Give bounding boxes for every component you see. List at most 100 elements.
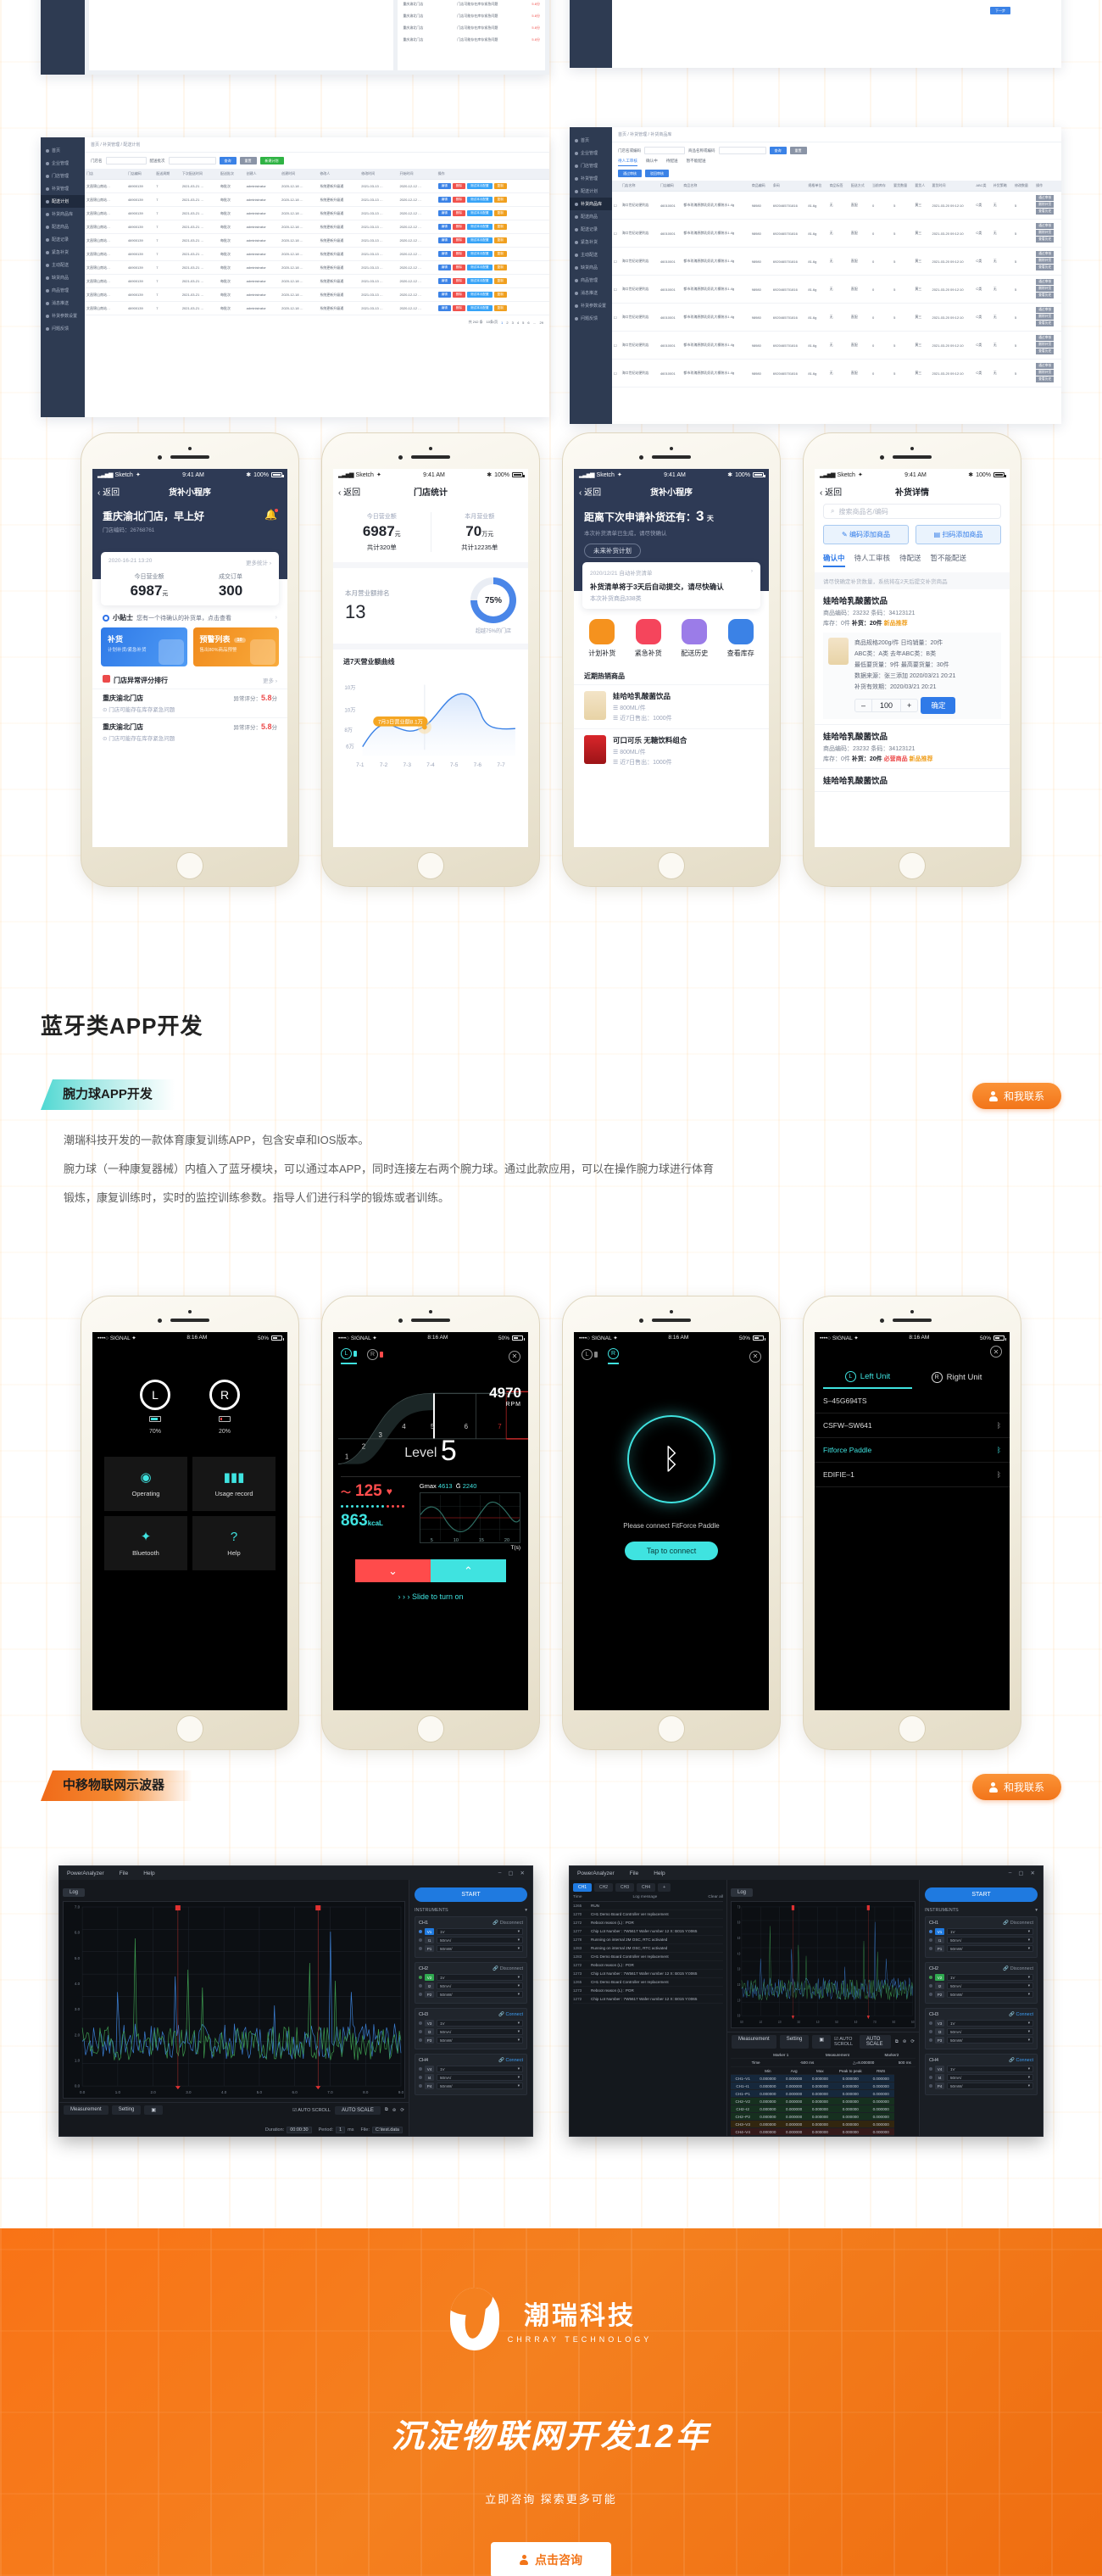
action-通过审核[interactable]: 通过审核: [1036, 307, 1055, 313]
action-cell[interactable]: 编辑 删除 测试本月配置 复制: [436, 287, 549, 302]
new-plan-button[interactable]: 新建计划: [259, 157, 284, 164]
bt-home-button-1[interactable]: [176, 1715, 203, 1742]
channel-row[interactable]: V4 1V ▾: [929, 2066, 1033, 2072]
action-复制[interactable]: 复制: [493, 210, 507, 216]
action-复制[interactable]: 复制: [493, 197, 507, 203]
log-tab-CH4[interactable]: CH4: [637, 1883, 656, 1892]
action-编辑[interactable]: 编辑: [437, 265, 451, 270]
unit-tab-left[interactable]: L: [341, 1348, 357, 1364]
channel-link[interactable]: 🔗 Disconnect: [1003, 1921, 1033, 1926]
action-cell[interactable]: 通过审核 删除补货 查看历史: [1034, 191, 1061, 220]
sidebar-item-8[interactable]: 紧急补货: [41, 246, 85, 259]
contact-button-oscilloscope[interactable]: 和我联系: [971, 1774, 1061, 1800]
action-测试本月配置[interactable]: 测试本月配置: [467, 278, 493, 284]
unit-tab-R[interactable]: R Right Unit: [912, 1371, 1001, 1389]
maximize-icon-2[interactable]: ▢: [1018, 1870, 1023, 1876]
action-删除[interactable]: 删除: [452, 278, 466, 284]
sidebar-item-1[interactable]: 企业管理: [41, 157, 85, 170]
radio-dot[interactable]: [929, 2084, 932, 2088]
channel-row[interactable]: I2 50mA/ ▾: [419, 1982, 523, 1989]
table-row[interactable]: ☐ 海口世纪站便利店 46010001 都市玫瑰原酵乳奶乳大桶装水1.4g 98980 6…: [612, 191, 1061, 220]
action-cell[interactable]: 编辑 删除 测试本月配置 复制: [436, 233, 549, 248]
action-cell[interactable]: 编辑 删除 测试本月配置 复制: [436, 260, 549, 275]
radio-dot[interactable]: [419, 2021, 422, 2025]
table-row[interactable]: 文昌锦山南站… 46900139 7 2021-03-21 … 每批次 administr…: [85, 192, 549, 207]
search-button[interactable]: 查询: [219, 157, 237, 164]
action-删除补货[interactable]: 删除补货: [1036, 258, 1055, 264]
rank-row-1[interactable]: 重庆渝北门店 异常评分：5.8分 ⊙ 门店可能存在库存紧急问题: [92, 717, 287, 746]
sidebar-item-r-3[interactable]: 补货管理: [570, 172, 612, 185]
action-删除[interactable]: 删除: [452, 237, 466, 243]
action-删除[interactable]: 删除: [452, 292, 466, 298]
close-window-icon[interactable]: ✕: [520, 1870, 525, 1876]
action-查看历史[interactable]: 查看历史: [1036, 293, 1055, 298]
table-row[interactable]: 重庆渝北门店 门店可能存在库存紧急问题 5.8分: [398, 0, 545, 10]
scale-select[interactable]: 1V ▾: [437, 1974, 523, 1981]
radio-dot[interactable]: [419, 1984, 422, 1988]
waveform-plot-2[interactable]: 0.0 1.0 2.0 3.0 4.0 5.0 6.0 7.0 8.0 9.0 7.0 6.0 5.0 4…: [731, 1901, 916, 2028]
radio-dot[interactable]: [929, 2021, 932, 2025]
channel-card-CH4[interactable]: CH4 🔗 Connect V4 1V ▾ I4 50mA/ ▾ P4 50mW/ ▾: [415, 2054, 527, 2095]
banner-0[interactable]: 补货 计划补货/紧急补货: [101, 627, 187, 666]
sidebar-item-11[interactable]: 商品管理: [41, 284, 85, 297]
sidebar-item-r-0[interactable]: 首页: [570, 134, 612, 147]
start-button-2[interactable]: START: [925, 1887, 1038, 1902]
scale-select[interactable]: 50mW/ ▾: [947, 1991, 1033, 1998]
action-测试本月配置[interactable]: 测试本月配置: [467, 305, 493, 311]
log-panel[interactable]: CH1 CH2 CH3 CH4 + Time Log message Clear all…: [570, 1880, 727, 2136]
sidebar-item-3[interactable]: 补货管理: [41, 182, 85, 195]
bottom-tab-Measurement[interactable]: Measurement: [732, 2035, 776, 2049]
admin-review-shot[interactable]: 首页 企业管理 门店管理 补货管理 配送计划 补货商品库 配送商品 配送记录 紧急补货 主动配送缺…: [570, 127, 1061, 424]
confirm-button[interactable]: 确定: [921, 697, 956, 714]
menu-help-2[interactable]: Help: [654, 1871, 665, 1876]
tip-row[interactable]: 小贴士 您有一个待确认的补货单，点击查看 ›: [92, 605, 287, 627]
filter-store-input[interactable]: [105, 157, 147, 164]
device-row-0[interactable]: S–45G694TS: [815, 1389, 1010, 1413]
admin-delivery-plan-shot[interactable]: 首页 企业管理 门店管理 补货管理 配送计划 补货商品库 配送商品 配送记录 紧急补货 主动配送缺…: [41, 137, 549, 417]
sidebar-item-9[interactable]: 主动配送: [41, 259, 85, 271]
channel-card-CH1[interactable]: CH1 🔗 Disconnect V1 1V ▾ I1 50mA/ ▾ P1 50mW/ ▾: [415, 1916, 527, 1958]
table-row[interactable]: 文昌锦山南站… 46900139 7 2021-03-21 … 每批次 administr…: [85, 233, 549, 248]
action-查看历史[interactable]: 查看历史: [1036, 348, 1055, 354]
pass-review-button[interactable]: 通过审核: [618, 170, 642, 177]
detail-tab-2[interactable]: 待配送: [899, 553, 921, 567]
table-row[interactable]: 重庆渝北门店 门店可能存在库存紧急问题 5.8分: [398, 22, 545, 34]
scale-select[interactable]: 50mA/ ▾: [437, 1982, 523, 1989]
action-删除[interactable]: 删除: [452, 210, 466, 216]
sidebar-item-12[interactable]: 消息推送: [41, 297, 85, 309]
action-删除补货[interactable]: 删除补货: [1036, 230, 1055, 236]
scale-select[interactable]: 50mA/ ▾: [947, 1982, 1033, 1989]
radio-dot[interactable]: [929, 1993, 932, 1996]
slide-to-turn-on[interactable]: › › › Slide to turn on: [333, 1592, 528, 1601]
sidebar-item-r-8[interactable]: 紧急补货: [570, 236, 612, 248]
channel-link[interactable]: 🔗 Connect: [498, 2012, 523, 2017]
table-row[interactable]: 文昌锦山南站… 46900139 7 2021-03-21 … 每批次 administr…: [85, 274, 549, 288]
action-编辑[interactable]: 编辑: [437, 237, 451, 243]
sidebar-item-r-10[interactable]: 缺货商品: [570, 261, 612, 274]
radio-dot[interactable]: [929, 1976, 932, 1979]
table-pagination[interactable]: 共 242 条 10条/页 1 2 3 4 5 6 … 29: [85, 315, 549, 329]
filter-freq-select[interactable]: [168, 157, 216, 164]
channel-row[interactable]: P3 50mW/ ▾: [929, 2037, 1033, 2044]
channel-row[interactable]: I1 50mA/ ▾: [929, 1937, 1033, 1943]
row-checkbox[interactable]: ☐: [612, 275, 621, 304]
scale-select[interactable]: 1V ▾: [947, 1928, 1033, 1935]
channel-row[interactable]: I4 50mA/ ▾: [419, 2074, 523, 2081]
bt-screen-devices[interactable]: ••••○ SIGNAL ✦ 8:16 AM 50% ✕ L Left Unit R…: [815, 1332, 1010, 1710]
action-删除[interactable]: 删除: [452, 305, 466, 311]
detail-item-1[interactable]: 娃哈哈乳酸菌饮品 商品编码：23232 条码：34123121 库存：0件 补货：2…: [815, 725, 1010, 769]
bt-screen-connect[interactable]: ••••○ SIGNAL ✦ 8:16 AM 50% L R ✕ ᛒ Pleas…: [574, 1332, 769, 1710]
sidebar-item-r-14[interactable]: 问题反馈: [570, 312, 612, 325]
refresh-icon[interactable]: ⟳: [400, 2108, 404, 2113]
table-row[interactable]: 文昌锦山南站… 46900139 7 2021-03-21 … 每批次 administr…: [85, 260, 549, 275]
channel-card-CH4[interactable]: CH4 🔗 Connect V4 1V ▾ I4 50mA/ ▾ P4 50mW/ ▾: [925, 2054, 1038, 2095]
abnormal-store-list[interactable]: 异常门店统计 重庆渝北门店门店可能存在库存紧急问题5.8分重庆渝北门店门店可能存…: [398, 0, 545, 70]
bluetooth-icon-large[interactable]: ᛒ: [627, 1415, 715, 1503]
action-测试本月配置[interactable]: 测试本月配置: [467, 210, 493, 216]
grid-item-3[interactable]: 查看库存: [722, 619, 760, 658]
radio-dot[interactable]: [929, 1938, 932, 1942]
action-复制[interactable]: 复制: [493, 237, 507, 243]
back-button-3[interactable]: ‹ 返回: [579, 485, 601, 498]
action-复制[interactable]: 复制: [493, 224, 507, 230]
mp-screen-replenish[interactable]: ▂▃▅▆ Sketch ✦ 9:41 AM ✱ 100% ‹ 返回 货补小程序 距离下次…: [574, 469, 769, 847]
